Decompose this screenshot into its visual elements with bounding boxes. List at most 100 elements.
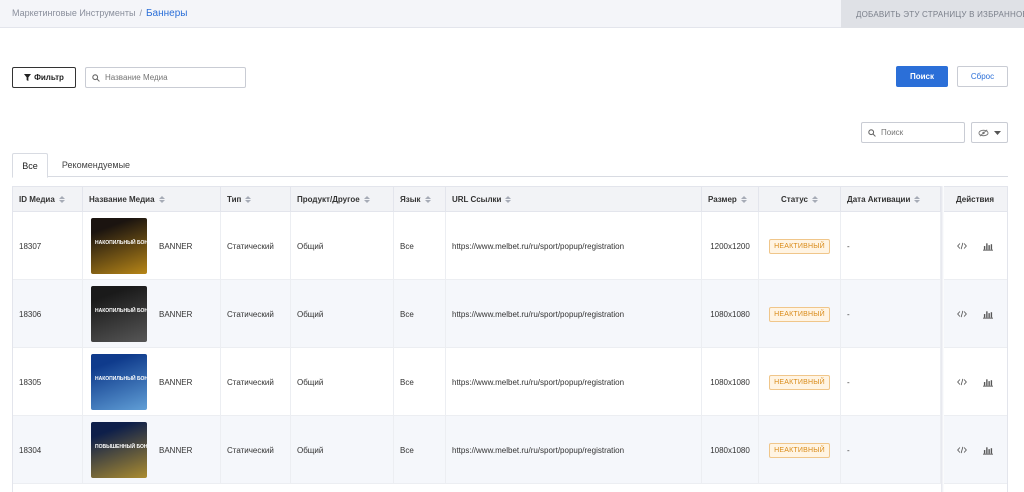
statistics-button[interactable] [983, 446, 993, 455]
media-name-input[interactable] [105, 73, 235, 82]
media-size: 1080x1080 [702, 280, 759, 348]
code-icon [957, 310, 967, 318]
code-icon [957, 446, 967, 454]
media-language: Все [394, 416, 446, 484]
activation-date: - [841, 348, 941, 416]
media-name-cell: НАКОПИЛЬНЫЙ БОНУС BANNER [83, 348, 221, 416]
media-name-cell: ПОВЫШЕННЫЙ БОНУС BANNER [83, 416, 221, 484]
media-type: BANNER [159, 377, 193, 387]
banner-thumbnail[interactable]: НАКОПИЛЬНЫЙ БОНУС [91, 354, 147, 410]
table-search-input[interactable] [881, 128, 951, 137]
media-size: 1080x1080 [702, 348, 759, 416]
column-header-name-label: Название Медиа [89, 195, 155, 204]
code-icon [957, 378, 967, 386]
column-header-id[interactable]: ID Медиа [13, 187, 83, 212]
reset-button[interactable]: Сброс [957, 66, 1008, 87]
media-id: 18305 [13, 348, 83, 416]
status-cell: НЕАКТИВНЫЙ [759, 280, 841, 348]
media-product: Общий [291, 280, 394, 348]
media-kind: Статический [221, 416, 291, 484]
banner-thumbnail[interactable]: НАКОПИЛЬНЫЙ БОНУС [91, 286, 147, 342]
column-header-type[interactable]: Тип [221, 187, 291, 212]
column-header-url[interactable]: URL Ссылки [446, 187, 702, 212]
media-name-cell: НАКОПИЛЬНЫЙ БОНУС BANNER [83, 212, 221, 280]
embed-code-button[interactable] [957, 242, 967, 250]
media-product: Общий [291, 348, 394, 416]
media-type: BANNER [159, 309, 193, 319]
row-actions [941, 348, 1007, 416]
media-name-search[interactable] [85, 67, 246, 88]
column-header-status-label: Статус [781, 195, 808, 204]
table-row: 18307 НАКОПИЛЬНЫЙ БОНУС BANNER Статическ… [13, 212, 1007, 280]
table-header: ID Медиа Название Медиа Тип Продукт/Друг… [13, 186, 1007, 212]
media-kind: Статический [221, 212, 291, 280]
statistics-button[interactable] [983, 378, 993, 387]
banner-thumbnail-text: ПОВЫШЕННЫЙ БОНУС [95, 444, 147, 450]
search-button[interactable]: Поиск [896, 66, 948, 87]
sort-icon [740, 196, 747, 203]
column-header-activation-date[interactable]: Дата Активации [841, 187, 941, 212]
add-to-favorites-button[interactable]: ДОБАВИТЬ ЭТУ СТРАНИЦУ В ИЗБРАННОЕ [841, 0, 1024, 28]
column-header-type-label: Тип [227, 195, 242, 204]
row-actions [941, 280, 1007, 348]
media-type: BANNER [159, 241, 193, 251]
activation-date: - [841, 280, 941, 348]
table-row: 18304 ПОВЫШЕННЫЙ БОНУС BANNER Статически… [13, 416, 1007, 484]
media-url: https://www.melbet.ru/ru/sport/popup/reg… [446, 416, 702, 484]
bar-chart-icon [983, 242, 993, 251]
media-url: https://www.melbet.ru/ru/sport/popup/reg… [446, 348, 702, 416]
column-header-actions: Действия [941, 187, 1007, 212]
embed-code-button[interactable] [957, 310, 967, 318]
activation-date: - [841, 212, 941, 280]
embed-code-button[interactable] [957, 446, 967, 454]
table-search[interactable] [861, 122, 965, 143]
tab-recommended[interactable]: Рекомендуемые [58, 153, 134, 177]
top-bar: Маркетинговые Инструменты / Баннеры ДОБАВИ… [0, 0, 1024, 28]
filter-button[interactable]: Фильтр [12, 67, 76, 88]
status-cell: НЕАКТИВНЫЙ [759, 348, 841, 416]
caret-down-icon [994, 130, 1001, 135]
column-header-status[interactable]: Статус [759, 187, 841, 212]
actions-column-divider [941, 186, 944, 492]
column-header-name[interactable]: Название Медиа [83, 187, 221, 212]
embed-code-button[interactable] [957, 378, 967, 386]
column-header-activation-label: Дата Активации [847, 195, 911, 204]
media-language: Все [394, 212, 446, 280]
media-type: BANNER [159, 445, 193, 455]
breadcrumb-parent[interactable]: Маркетинговые Инструменты [12, 8, 135, 18]
banner-thumbnail[interactable]: НАКОПИЛЬНЫЙ БОНУС [91, 218, 147, 274]
banner-thumbnail-text: НАКОПИЛЬНЫЙ БОНУС [95, 240, 147, 246]
filter-label: Фильтр [34, 73, 64, 82]
column-header-product-label: Продукт/Другое [297, 195, 360, 204]
funnel-icon [24, 74, 32, 81]
media-kind: Статический [221, 348, 291, 416]
sort-icon [424, 196, 431, 203]
media-size: 1080x1080 [702, 416, 759, 484]
bar-chart-icon [983, 310, 993, 319]
banner-thumbnail-text: НАКОПИЛЬНЫЙ БОНУС [95, 308, 147, 314]
bar-chart-icon [983, 446, 993, 455]
sort-icon [245, 196, 252, 203]
eye-slash-icon [978, 128, 989, 137]
column-header-language-label: Язык [400, 195, 421, 204]
statistics-button[interactable] [983, 310, 993, 319]
breadcrumb-current: Баннеры [145, 8, 188, 19]
banner-thumbnail[interactable]: ПОВЫШЕННЫЙ БОНУС [91, 422, 147, 478]
breadcrumb-separator: / [139, 8, 142, 18]
column-header-size[interactable]: Размер [702, 187, 759, 212]
search-icon [92, 73, 100, 82]
sort-icon [363, 196, 370, 203]
column-header-product[interactable]: Продукт/Другое [291, 187, 394, 212]
media-table: ID Медиа Название Медиа Тип Продукт/Друг… [12, 186, 1008, 492]
media-language: Все [394, 280, 446, 348]
column-header-language[interactable]: Язык [394, 187, 446, 212]
status-cell: НЕАКТИВНЫЙ [759, 212, 841, 280]
sort-icon [914, 196, 921, 203]
status-cell: НЕАКТИВНЫЙ [759, 416, 841, 484]
row-actions [941, 416, 1007, 484]
sort-icon [158, 196, 165, 203]
media-name-cell: НАКОПИЛЬНЫЙ БОНУС BANNER [83, 280, 221, 348]
tab-all[interactable]: Все [12, 153, 48, 178]
column-visibility-dropdown[interactable] [971, 122, 1008, 143]
statistics-button[interactable] [983, 242, 993, 251]
